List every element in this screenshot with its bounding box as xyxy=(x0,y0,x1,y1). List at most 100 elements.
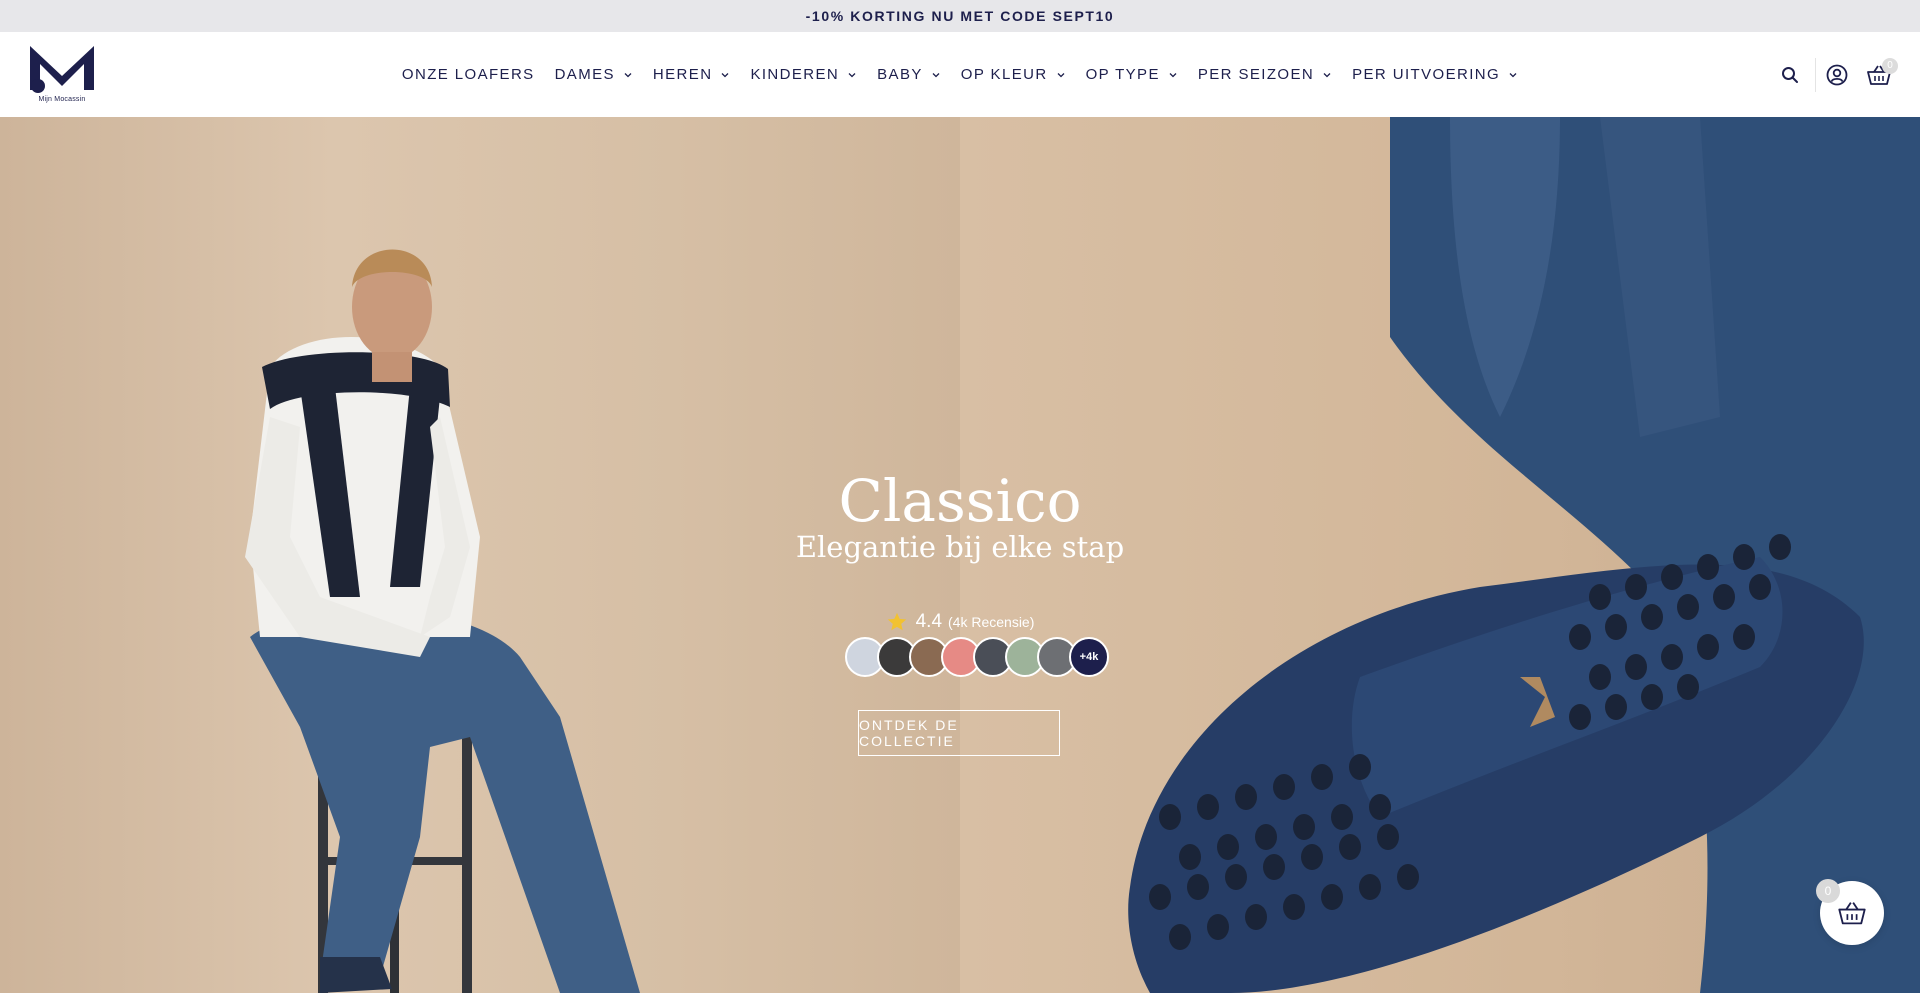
sole-stud xyxy=(1293,814,1315,840)
nav-item-label: OP TYPE xyxy=(1085,66,1160,83)
nav-item-label: ONZE LOAFERS xyxy=(401,66,535,83)
sole-stud xyxy=(1569,704,1591,730)
sole-stud xyxy=(1331,804,1353,830)
sole-stud xyxy=(1733,624,1755,650)
account-icon xyxy=(1826,64,1848,85)
sole-stud xyxy=(1661,564,1683,590)
sole-stud xyxy=(1605,614,1627,640)
account-button[interactable] xyxy=(1816,54,1858,96)
reviewer-more-badge: +4k xyxy=(1069,637,1109,677)
sole-stud xyxy=(1625,654,1647,680)
nav-item-label: PER SEIZOEN xyxy=(1197,66,1315,83)
floating-cart-button[interactable]: 0 xyxy=(1816,879,1884,945)
chevron-down-icon xyxy=(1057,72,1065,77)
brand-logo[interactable]: Mijn Mocassin xyxy=(26,44,98,108)
logo-mark-icon xyxy=(30,46,94,93)
sole-stud xyxy=(1159,804,1181,830)
sole-stud xyxy=(1641,604,1663,630)
announcement-bar: -10% KORTING NU MET CODE SEPT10 xyxy=(0,0,1920,32)
sole-stud xyxy=(1207,914,1229,940)
nav-item-label: HEREN xyxy=(652,66,713,83)
sole-stud xyxy=(1369,794,1391,820)
hero-title: Classico xyxy=(838,467,1082,535)
header-icons: 0 xyxy=(1769,32,1900,117)
site-header: Mijn Mocassin ONZE LOAFERS DAMES HEREN KIND… xyxy=(0,32,1920,118)
sole-stud xyxy=(1733,544,1755,570)
nav-list: ONZE LOAFERS DAMES HEREN KINDEREN BABY OP KLE… xyxy=(392,55,1528,95)
chevron-down-icon xyxy=(624,72,632,77)
nav-item-kinderen[interactable]: KINDEREN xyxy=(740,55,867,95)
hero-banner: Classico Elegantie bij elke stap 4.4 (4k… xyxy=(0,117,1920,993)
cart-button[interactable]: 0 xyxy=(1858,54,1900,96)
sole-stud xyxy=(1255,824,1277,850)
rating-summary: 4.4 (4k Recensie) xyxy=(860,611,1060,633)
sole-stud xyxy=(1235,784,1257,810)
cart-count-badge: 0 xyxy=(1882,57,1898,74)
sole-stud xyxy=(1197,794,1219,820)
nav-item-label: BABY xyxy=(877,66,923,83)
sole-stud xyxy=(1245,904,1267,930)
nav-item-onze-loafers[interactable]: ONZE LOAFERS xyxy=(392,55,545,95)
nav-item-per-uitvoering[interactable]: PER UITVOERING xyxy=(1342,55,1528,95)
sole-stud xyxy=(1677,674,1699,700)
nav-item-dames[interactable]: DAMES xyxy=(545,55,643,95)
sole-stud xyxy=(1677,594,1699,620)
rating-score: 4.4 xyxy=(915,611,943,632)
sole-stud xyxy=(1661,644,1683,670)
sole-stud xyxy=(1225,864,1247,890)
basket-icon xyxy=(1838,902,1866,925)
announcement-text: -10% KORTING NU MET CODE SEPT10 xyxy=(805,8,1115,24)
hero-subtitle: Elegantie bij elke stap xyxy=(795,530,1125,564)
sole-stud xyxy=(1605,694,1627,720)
sole-stud xyxy=(1377,824,1399,850)
nav-item-per-seizoen[interactable]: PER SEIZOEN xyxy=(1188,55,1342,95)
sole-stud xyxy=(1301,844,1323,870)
sole-stud xyxy=(1169,924,1191,950)
main-nav: ONZE LOAFERS DAMES HEREN KINDEREN BABY OP KLE… xyxy=(0,32,1920,117)
floating-cart-count: 0 xyxy=(1816,879,1840,903)
search-icon xyxy=(1782,66,1798,83)
reviewer-avatars: +4k xyxy=(845,637,1109,677)
chevron-down-icon xyxy=(721,72,729,77)
chevron-down-icon xyxy=(1169,72,1177,77)
logo-wordmark: Mijn Mocassin xyxy=(38,96,86,103)
sole-stud xyxy=(1589,584,1611,610)
discover-collection-button[interactable]: ONTDEK DE COLLECTIE xyxy=(858,710,1060,756)
sole-stud xyxy=(1321,884,1343,910)
sole-stud xyxy=(1179,844,1201,870)
sole-stud xyxy=(1359,874,1381,900)
sole-stud xyxy=(1217,834,1239,860)
nav-item-label: PER UITVOERING xyxy=(1352,66,1501,83)
sole-stud xyxy=(1283,894,1305,920)
sole-stud xyxy=(1187,874,1209,900)
nav-item-label: DAMES xyxy=(554,66,615,83)
sole-stud xyxy=(1713,584,1735,610)
nav-item-label: KINDEREN xyxy=(750,66,840,83)
chevron-down-icon xyxy=(848,72,856,77)
sole-stud xyxy=(1769,534,1791,560)
chevron-down-icon xyxy=(1323,72,1331,77)
nav-item-op-type[interactable]: OP TYPE xyxy=(1076,55,1188,95)
sole-stud xyxy=(1273,774,1295,800)
sole-stud xyxy=(1569,624,1591,650)
sole-stud xyxy=(1397,864,1419,890)
star-icon xyxy=(887,612,906,631)
sole-stud xyxy=(1641,684,1663,710)
chevron-down-icon xyxy=(932,72,940,77)
hero-model-figure xyxy=(245,249,640,993)
sole-stud xyxy=(1349,754,1371,780)
sole-stud xyxy=(1263,854,1285,880)
nav-item-op-kleur[interactable]: OP KLEUR xyxy=(951,55,1076,95)
sole-stud xyxy=(1697,554,1719,580)
sole-stud xyxy=(1339,834,1361,860)
nav-item-heren[interactable]: HEREN xyxy=(643,55,741,95)
sole-stud xyxy=(1625,574,1647,600)
chevron-down-icon xyxy=(1509,72,1517,77)
sole-stud xyxy=(1589,664,1611,690)
search-button[interactable] xyxy=(1769,54,1811,96)
sole-stud xyxy=(1697,634,1719,660)
nav-item-baby[interactable]: BABY xyxy=(867,55,951,95)
nav-item-label: OP KLEUR xyxy=(960,66,1048,83)
sole-stud xyxy=(1149,884,1171,910)
sole-stud xyxy=(1311,764,1333,790)
